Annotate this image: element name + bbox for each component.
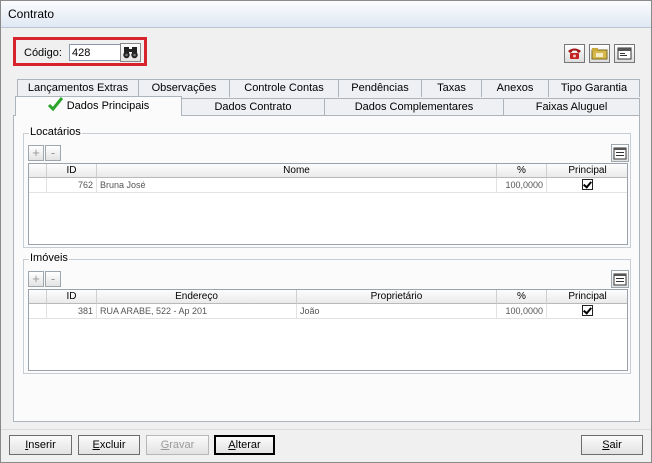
column-header-nome[interactable]: Nome xyxy=(97,164,497,178)
tab-anexos[interactable]: Anexos xyxy=(481,79,549,97)
locatarios-group: Locatários + - ID Nome % Principal 762 B… xyxy=(23,126,631,248)
tab-dados-complementares[interactable]: Dados Complementares xyxy=(324,98,504,116)
row-selector-header xyxy=(29,164,47,178)
excluir-button[interactable]: Excluir xyxy=(78,435,140,455)
phone-icon xyxy=(568,48,581,59)
column-header-id[interactable]: ID xyxy=(47,290,97,304)
contrato-window: Contrato Código: 428 Lançamentos Extras … xyxy=(0,0,652,463)
form-edit-icon xyxy=(613,273,627,286)
add-imovel-button[interactable]: + xyxy=(28,271,44,287)
tab-label: Observações xyxy=(151,82,217,94)
add-locatario-button[interactable]: + xyxy=(28,145,44,161)
tab-taxas[interactable]: Taxas xyxy=(421,79,482,97)
edit-locatarios-button[interactable] xyxy=(611,144,629,162)
column-header-principal[interactable]: Principal xyxy=(547,164,627,178)
footer-separator xyxy=(1,429,651,430)
column-header-percent[interactable]: % xyxy=(497,290,547,304)
phone-button[interactable] xyxy=(564,44,585,63)
gravar-mnemonic: G xyxy=(160,439,170,451)
minus-icon: - xyxy=(50,145,56,160)
card-button[interactable] xyxy=(614,44,635,63)
tab-tipo-garantia[interactable]: Tipo Garantia xyxy=(548,79,640,97)
form-edit-icon xyxy=(613,147,627,160)
cell-proprietario: João xyxy=(297,304,497,319)
tab-label: Pendências xyxy=(351,82,409,94)
column-header-endereco[interactable]: Endereço xyxy=(97,290,297,304)
sair-button[interactable]: Sair xyxy=(581,435,643,455)
cell-principal xyxy=(547,178,627,193)
remove-locatario-button[interactable]: - xyxy=(45,145,61,161)
column-header-principal[interactable]: Principal xyxy=(547,290,627,304)
tab-controle-contas[interactable]: Controle Contas xyxy=(229,79,339,97)
cell-id: 381 xyxy=(47,304,97,319)
edit-imoveis-button[interactable] xyxy=(611,270,629,288)
plus-icon: + xyxy=(32,271,40,286)
row-selector[interactable] xyxy=(29,304,47,319)
column-header-id[interactable]: ID xyxy=(47,164,97,178)
locatarios-title: Locatários xyxy=(29,126,82,138)
tab-lancamentos-extras[interactable]: Lançamentos Extras xyxy=(17,79,139,97)
column-header-proprietario[interactable]: Proprietário xyxy=(297,290,497,304)
binoculars-button[interactable] xyxy=(120,43,141,62)
inserir-label: nserir xyxy=(28,439,56,451)
window-title: Contrato xyxy=(8,7,55,21)
tab-label: Lançamentos Extras xyxy=(27,82,129,94)
alterar-button[interactable]: Alterar xyxy=(214,435,275,455)
tab-label: Anexos xyxy=(496,82,534,94)
cell-principal xyxy=(547,304,627,319)
codigo-input[interactable] xyxy=(69,44,121,61)
principal-checkbox[interactable] xyxy=(582,179,593,190)
checkmark-icon xyxy=(47,97,63,112)
tab-label: Dados Principais xyxy=(66,100,150,112)
tab-label: Controle Contas xyxy=(244,82,324,94)
tab-dados-principais[interactable]: Dados Principais xyxy=(15,96,182,116)
plus-icon: + xyxy=(32,145,40,160)
codigo-label: Código: xyxy=(24,47,62,59)
cell-nome: Bruna José xyxy=(97,178,497,193)
tab-label: Tipo Garantia xyxy=(560,82,628,94)
principal-checkbox[interactable] xyxy=(582,305,593,316)
binoculars-icon xyxy=(123,47,138,59)
imoveis-title: Imóveis xyxy=(29,252,69,264)
column-header-percent[interactable]: % xyxy=(497,164,547,178)
tab-pendencias[interactable]: Pendências xyxy=(338,79,422,97)
alterar-mnemonic: A xyxy=(228,439,236,451)
cell-percent: 100,0000 xyxy=(497,304,547,319)
row-selector-header xyxy=(29,290,47,304)
tab-observacoes[interactable]: Observações xyxy=(138,79,230,97)
card-icon xyxy=(617,47,632,60)
cell-endereco: RUA ARABE, 522 - Ap 201 xyxy=(97,304,297,319)
gravar-button[interactable]: Gravar xyxy=(146,435,209,455)
gravar-label: ravar xyxy=(169,439,195,451)
minus-icon: - xyxy=(50,271,56,286)
sair-label: air xyxy=(609,439,622,451)
excluir-mnemonic: E xyxy=(92,439,100,451)
alterar-label: lterar xyxy=(235,439,261,451)
sair-mnemonic: S xyxy=(602,439,610,451)
tab-label: Taxas xyxy=(437,82,466,94)
imoveis-group: Imóveis + - ID Endereço Proprietário % P… xyxy=(23,252,631,374)
locatarios-table: ID Nome % Principal 762 Bruna José 100,0… xyxy=(28,163,628,245)
excluir-label: xcluir xyxy=(99,439,126,451)
tab-faixas-aluguel[interactable]: Faixas Aluguel xyxy=(503,98,640,116)
folder-icon xyxy=(591,48,608,60)
row-selector[interactable] xyxy=(29,178,47,193)
cell-id: 762 xyxy=(47,178,97,193)
tab-label: Dados Contrato xyxy=(214,101,292,113)
remove-imovel-button[interactable]: - xyxy=(45,271,61,287)
tab-dados-contrato[interactable]: Dados Contrato xyxy=(181,98,325,116)
dados-principais-panel: Locatários + - ID Nome % Principal 762 B… xyxy=(13,115,640,422)
tab-label: Dados Complementares xyxy=(354,101,474,113)
folder-button[interactable] xyxy=(589,44,610,63)
title-bar: Contrato xyxy=(1,1,651,28)
inserir-button[interactable]: Inserir xyxy=(9,435,72,455)
imoveis-table: ID Endereço Proprietário % Principal 381… xyxy=(28,289,628,371)
codigo-highlight-box: Código: xyxy=(13,37,147,66)
tab-label: Faixas Aluguel xyxy=(535,101,608,113)
cell-percent: 100,0000 xyxy=(497,178,547,193)
